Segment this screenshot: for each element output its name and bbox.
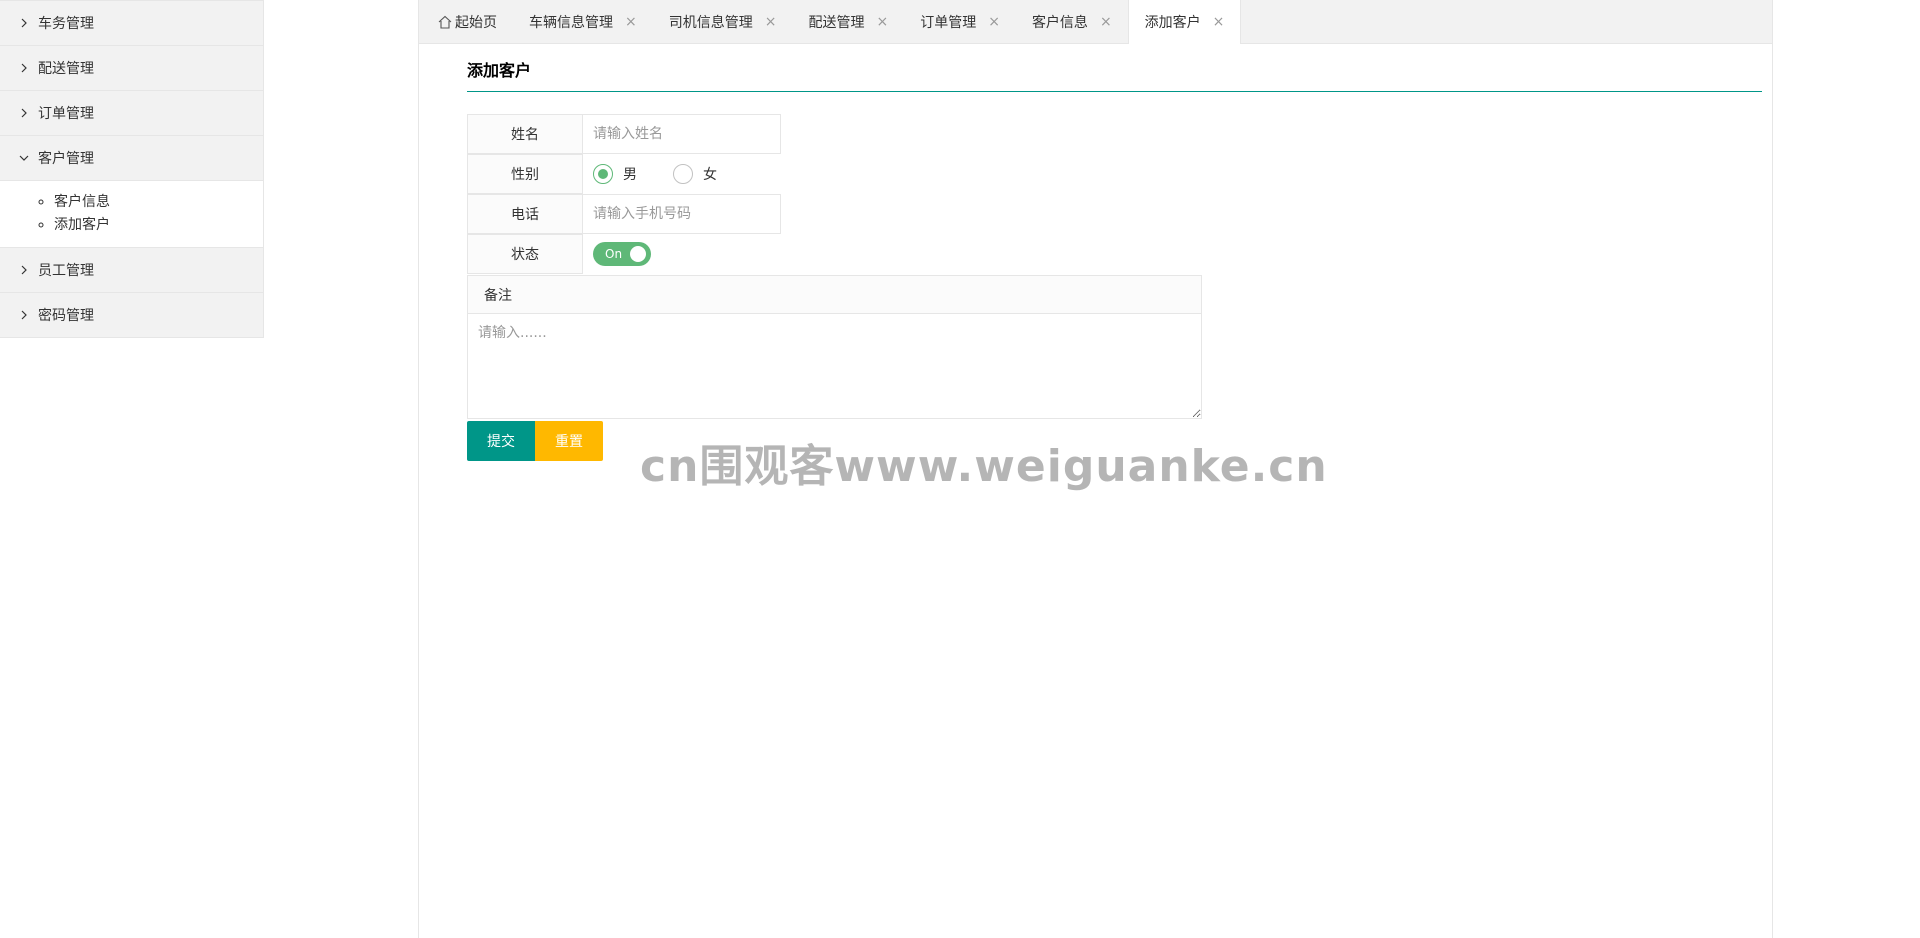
chevron-right-icon xyxy=(18,17,38,29)
tab-add-customer[interactable]: 添加客户 × xyxy=(1127,0,1242,44)
sidebar-item-label: 订单管理 xyxy=(38,106,94,122)
tab-vehicle-info[interactable]: 车辆信息管理 × xyxy=(513,0,653,43)
status-toggle[interactable]: On xyxy=(593,242,651,266)
status-label: 状态 xyxy=(467,234,583,274)
form-row-gender: 性别 男 女 xyxy=(467,154,1202,194)
sidebar: 车务管理 配送管理 订单管理 客户管理 客户信息 添加客户 员工管理 密码管理 xyxy=(0,0,264,338)
chevron-right-icon xyxy=(18,107,38,119)
toggle-knob xyxy=(630,246,646,262)
tab-label: 车辆信息管理 xyxy=(529,14,613,31)
tab-label: 起始页 xyxy=(455,14,497,31)
radio-label: 男 xyxy=(623,167,637,183)
form-row-status: 状态 On xyxy=(467,234,1202,274)
name-input[interactable] xyxy=(583,114,781,154)
tab-bar: 起始页 车辆信息管理 × 司机信息管理 × 配送管理 × 订单管理 × 客户信息… xyxy=(419,0,1772,44)
home-icon xyxy=(438,15,452,29)
name-label: 姓名 xyxy=(467,114,583,154)
phone-input[interactable] xyxy=(583,194,781,234)
sidebar-item-orders[interactable]: 订单管理 xyxy=(0,90,263,135)
close-icon[interactable]: × xyxy=(988,14,1000,30)
sidebar-item-staff[interactable]: 员工管理 xyxy=(0,247,263,292)
sidebar-item-label: 员工管理 xyxy=(38,263,94,279)
add-customer-form: 姓名 性别 男 女 电话 xyxy=(467,114,1202,461)
main-panel: 起始页 车辆信息管理 × 司机信息管理 × 配送管理 × 订单管理 × 客户信息… xyxy=(418,0,1773,938)
sidebar-item-fleet[interactable]: 车务管理 xyxy=(0,0,263,45)
tab-delivery[interactable]: 配送管理 × xyxy=(792,0,904,43)
phone-label: 电话 xyxy=(467,194,583,234)
reset-button[interactable]: 重置 xyxy=(535,421,603,461)
tab-label: 配送管理 xyxy=(808,14,865,31)
close-icon[interactable]: × xyxy=(625,14,637,30)
gender-label: 性别 xyxy=(467,154,583,194)
remark-label: 备注 xyxy=(468,276,1201,314)
submenu-item-customer-info[interactable]: 客户信息 xyxy=(54,191,263,214)
close-icon[interactable]: × xyxy=(876,14,888,30)
tab-label: 客户信息 xyxy=(1031,14,1088,31)
close-icon[interactable]: × xyxy=(1213,14,1225,30)
submenu-item-add-customer[interactable]: 添加客户 xyxy=(54,214,263,237)
tab-label: 添加客户 xyxy=(1144,15,1201,31)
chevron-right-icon xyxy=(18,309,38,321)
page-title: 添加客户 xyxy=(467,44,1762,92)
sidebar-item-label: 密码管理 xyxy=(38,308,94,324)
form-row-phone: 电话 xyxy=(467,194,1202,234)
tab-label: 订单管理 xyxy=(920,14,977,31)
radio-checked-icon xyxy=(593,164,613,184)
tab-orders[interactable]: 订单管理 × xyxy=(904,0,1016,43)
content-area: 添加客户 姓名 性别 男 女 xyxy=(467,44,1762,461)
form-buttons: 提交 重置 xyxy=(467,421,1202,461)
submit-button[interactable]: 提交 xyxy=(467,421,535,461)
radio-unchecked-icon xyxy=(673,164,693,184)
sidebar-item-password[interactable]: 密码管理 xyxy=(0,292,263,337)
radio-label: 女 xyxy=(703,167,717,183)
remark-textarea[interactable] xyxy=(468,314,1201,418)
tab-customer-info[interactable]: 客户信息 × xyxy=(1016,0,1128,43)
chevron-right-icon xyxy=(18,62,38,74)
close-icon[interactable]: × xyxy=(765,14,777,30)
sidebar-item-label: 车务管理 xyxy=(38,16,94,32)
toggle-text: On xyxy=(605,247,623,261)
tab-driver-info[interactable]: 司机信息管理 × xyxy=(653,0,793,43)
tab-label: 司机信息管理 xyxy=(668,14,753,31)
gender-radio-female[interactable]: 女 xyxy=(673,164,717,184)
sidebar-item-label: 配送管理 xyxy=(38,61,94,77)
form-row-name: 姓名 xyxy=(467,114,1202,154)
customers-submenu: 客户信息 添加客户 xyxy=(0,180,263,247)
gender-radio-male[interactable]: 男 xyxy=(593,164,637,184)
close-icon[interactable]: × xyxy=(1100,14,1112,30)
chevron-right-icon xyxy=(18,264,38,276)
sidebar-item-label: 客户管理 xyxy=(38,151,94,167)
chevron-down-icon xyxy=(18,152,38,164)
sidebar-item-delivery[interactable]: 配送管理 xyxy=(0,45,263,90)
remark-box: 备注 xyxy=(467,275,1202,419)
sidebar-item-customers[interactable]: 客户管理 xyxy=(0,135,263,180)
tab-home[interactable]: 起始页 xyxy=(437,0,513,43)
